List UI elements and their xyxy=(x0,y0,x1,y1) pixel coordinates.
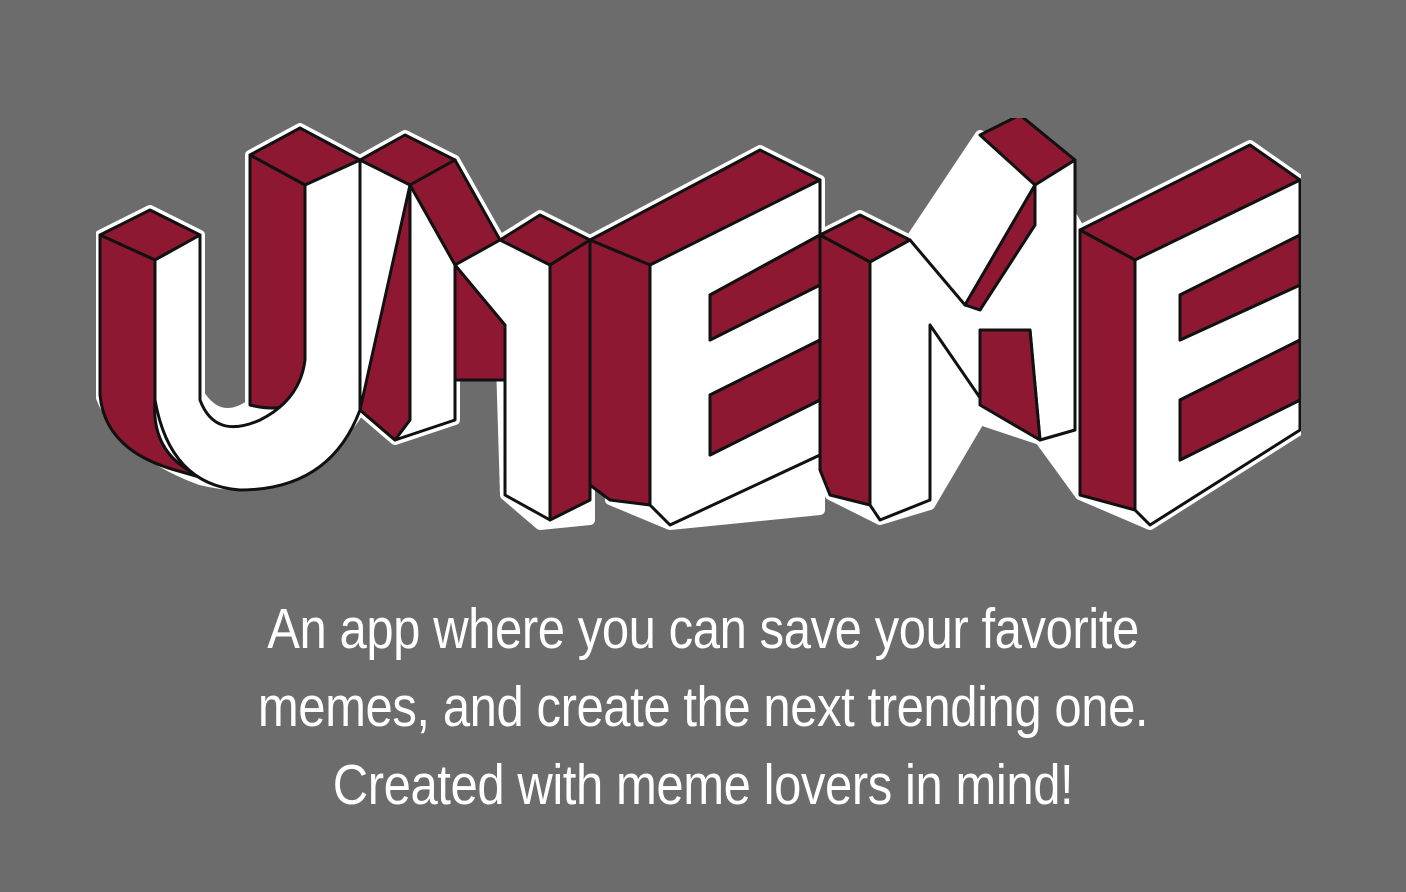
tagline: An app where you can save your favorite … xyxy=(98,590,1307,824)
tagline-line-2: memes, and create the next trending one. xyxy=(257,675,1149,739)
tagline-line-1: An app where you can save your favorite xyxy=(267,597,1139,661)
umeme-logo xyxy=(96,118,1301,530)
splash-screen: An app where you can save your favorite … xyxy=(0,0,1406,892)
tagline-line-3: Created with meme lovers in mind! xyxy=(332,753,1074,817)
